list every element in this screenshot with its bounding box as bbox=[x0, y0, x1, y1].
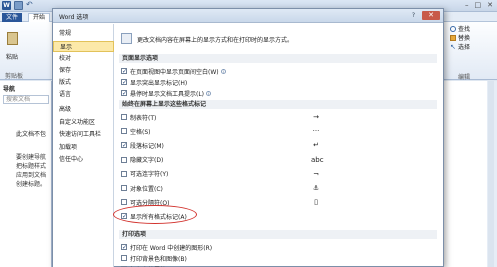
nav-item[interactable]: 校对 bbox=[53, 53, 114, 64]
option-checkbox[interactable]: ✓ bbox=[121, 142, 127, 149]
window-close-icon[interactable]: ✕ bbox=[487, 1, 493, 9]
option-label: 打印背景色和图像(B) bbox=[130, 255, 187, 263]
info-icon: i bbox=[220, 68, 226, 74]
paste-label[interactable]: 粘贴 bbox=[6, 52, 18, 61]
word-logo-icon: W bbox=[2, 1, 11, 10]
select-button[interactable]: ↖ 选择 bbox=[450, 42, 470, 51]
save-icon[interactable] bbox=[14, 1, 23, 10]
option-row[interactable]: ✓ 显示突出显示标记(H) bbox=[121, 77, 187, 87]
option-label: 对象位置(C) bbox=[130, 185, 163, 193]
navigation-pane: 导航 搜索文档 此文档不包 要创建导航把标题样式应用到文档创建标题。 bbox=[0, 81, 52, 267]
format-mark-symbol: ⚓ bbox=[312, 184, 320, 192]
nav-item[interactable]: 显示 bbox=[53, 41, 114, 52]
option-label: 悬停时显示文档工具提示(L) bbox=[130, 90, 205, 98]
format-mark-symbol: ▯ bbox=[314, 198, 318, 207]
window-controls: – □ ✕ bbox=[465, 1, 493, 9]
select-arrow-icon: ↖ bbox=[450, 42, 456, 51]
tab-start[interactable]: 开始 bbox=[28, 13, 50, 22]
nav-item[interactable]: 版式 bbox=[53, 77, 114, 88]
find-icon bbox=[450, 25, 456, 32]
option-checkbox[interactable]: ✓ bbox=[121, 79, 127, 86]
quick-access-toolbar: W ↶ bbox=[2, 1, 35, 10]
option-label: 制表符(T) bbox=[130, 114, 157, 122]
nav-item[interactable]: 保存 bbox=[53, 65, 114, 76]
option-checkbox[interactable] bbox=[121, 185, 127, 191]
nav-empty-text: 此文档不包 bbox=[16, 131, 47, 138]
section-print: 打印选项 bbox=[119, 230, 437, 239]
clipboard-group-label: 剪贴板 bbox=[5, 73, 24, 80]
option-checkbox[interactable] bbox=[121, 128, 127, 135]
options-nav: 常规显示 校对 保存 版式 语言高级自定义功能区 快速访问工具栏 加载项 信任中心 bbox=[53, 24, 114, 267]
word-options-dialog: Word 选项 ? ✕ 常规显示 校对 保存 版式 语言高级自定义功能区 快速访问工具栏加… bbox=[52, 8, 444, 267]
format-mark-symbol: ¬ bbox=[313, 169, 319, 178]
display-options-panel: 更改文档内容在屏幕上的显示方式和在打印时的显示方式。 页面显示选项 ✓ 在页面视图… bbox=[115, 24, 443, 267]
section-format-marks: 始终在屏幕上显示这些格式标记 bbox=[119, 100, 437, 109]
nav-item[interactable]: 信任中心 bbox=[53, 154, 114, 165]
option-row[interactable]: ✓ 打印在 Word 中创建的图形(R) bbox=[121, 242, 212, 252]
section-page-display: 页面显示选项 bbox=[119, 54, 437, 63]
display-settings-icon bbox=[121, 33, 132, 44]
option-label: 空格(S) bbox=[130, 128, 151, 136]
nav-item[interactable]: 加载项 bbox=[53, 142, 114, 153]
nav-item[interactable]: 高级 bbox=[53, 104, 114, 115]
option-checkbox[interactable] bbox=[121, 199, 127, 206]
info-icon: i bbox=[206, 90, 212, 96]
document-page[interactable] bbox=[443, 81, 487, 267]
nav-item[interactable]: 语言 bbox=[53, 89, 114, 100]
minimize-icon[interactable]: – bbox=[465, 1, 469, 9]
dialog-title: Word 选项 bbox=[59, 14, 89, 21]
dialog-title-bar: Word 选项 ? ✕ bbox=[53, 9, 443, 23]
option-row[interactable]: 空格(S) bbox=[121, 126, 151, 136]
find-button[interactable]: 查找 bbox=[450, 24, 470, 33]
option-label: 段落标记(M) bbox=[130, 142, 164, 150]
option-row[interactable]: 隐藏文字(D) bbox=[121, 155, 163, 165]
intro-text: 更改文档内容在屏幕上的显示方式和在打印时的显示方式。 bbox=[137, 37, 294, 44]
undo-icon[interactable]: ↶ bbox=[26, 1, 35, 10]
vertical-scrollbar[interactable] bbox=[488, 81, 494, 267]
nav-search-input[interactable]: 搜索文档 bbox=[3, 95, 49, 104]
option-label: 显示突出显示标记(H) bbox=[130, 79, 188, 87]
format-mark-symbol: ··· bbox=[312, 127, 320, 136]
format-mark-symbol: ↵ bbox=[313, 141, 319, 150]
format-mark-symbol: → bbox=[313, 113, 319, 121]
option-row[interactable]: ✓ 在页面视图中显示页面间空白(W) i bbox=[121, 66, 226, 76]
option-checkbox[interactable] bbox=[121, 255, 127, 261]
tab-file[interactable]: 文件 bbox=[2, 13, 22, 22]
replace-button[interactable]: 替换 bbox=[450, 33, 470, 42]
replace-icon bbox=[450, 34, 456, 41]
editing-group: 查找 替换 ↖ 选择 bbox=[450, 24, 470, 51]
option-checkbox[interactable] bbox=[121, 156, 127, 163]
option-checkbox[interactable]: ✓ bbox=[121, 68, 127, 75]
option-checkbox[interactable] bbox=[121, 170, 127, 177]
option-label: 可选连字符(Y) bbox=[130, 171, 169, 179]
option-checkbox[interactable]: ✓ bbox=[121, 90, 127, 97]
option-row[interactable]: ✓ 段落标记(M) bbox=[121, 140, 164, 150]
option-checkbox[interactable]: ✓ bbox=[121, 244, 127, 251]
option-row[interactable]: ✓ 悬停时显示文档工具提示(L) i bbox=[121, 88, 212, 98]
nav-hint-text: 要创建导航把标题样式应用到文档创建标题。 bbox=[16, 154, 47, 188]
option-label: 在页面视图中显示页面间空白(W) bbox=[130, 68, 219, 76]
help-icon[interactable]: ? bbox=[412, 12, 415, 19]
option-label: 打印在 Word 中创建的图形(R) bbox=[130, 244, 213, 252]
option-label: 隐藏文字(D) bbox=[130, 157, 164, 165]
close-button[interactable]: ✕ bbox=[422, 11, 440, 20]
nav-item[interactable]: 自定义功能区 bbox=[53, 117, 114, 128]
option-row[interactable]: 制表符(T) bbox=[121, 112, 156, 122]
option-row[interactable]: 对象位置(C) bbox=[121, 183, 163, 193]
format-mark-symbol: abc bbox=[311, 155, 324, 164]
nav-item[interactable]: 常规 bbox=[53, 28, 114, 39]
nav-pane-title: 导航 bbox=[3, 86, 16, 93]
option-checkbox[interactable] bbox=[121, 114, 127, 120]
paste-icon[interactable] bbox=[7, 32, 18, 45]
highlight-circle bbox=[113, 205, 197, 224]
option-row[interactable]: 打印背景色和图像(B) bbox=[121, 253, 187, 263]
maximize-icon[interactable]: □ bbox=[475, 1, 482, 9]
option-row[interactable]: 可选连字符(Y) bbox=[121, 169, 168, 179]
nav-item[interactable]: 快速访问工具栏 bbox=[53, 129, 114, 140]
editing-group-label: 编辑 bbox=[458, 74, 471, 81]
